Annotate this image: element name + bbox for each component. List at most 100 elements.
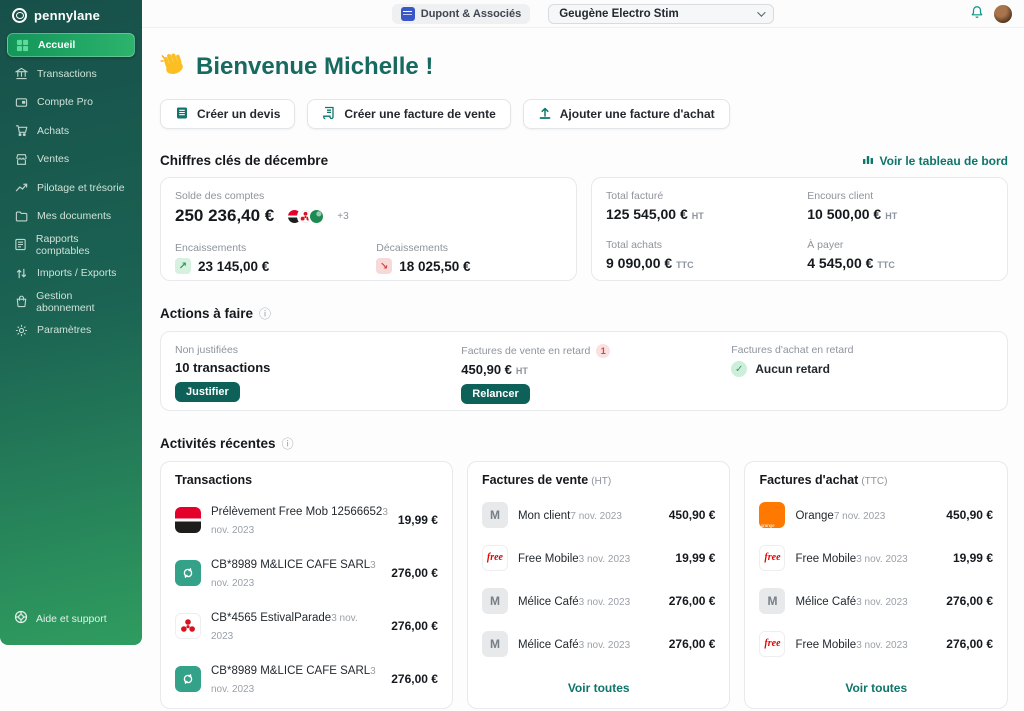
row-amount: 450,90 € (946, 508, 993, 522)
total-value: 10 500,00 € (807, 206, 881, 222)
total-unit: HT (885, 211, 897, 221)
sidebar-item-pilotage[interactable]: Pilotage et trésorie (7, 176, 135, 200)
row-name: Mélice Café (518, 639, 579, 651)
invoice-row[interactable]: free Free Mobile3 nov. 2023 19,99 € (759, 536, 993, 579)
row-date: 7 nov. 2023 (570, 511, 622, 522)
sidebar-item-aide-support[interactable]: Aide et support (14, 610, 107, 627)
transaction-row[interactable]: CB*8989 M&LICE CAFE SARL3 nov. 2023 276,… (175, 546, 438, 599)
sidebar-item-mes-documents[interactable]: Mes documents (7, 204, 135, 228)
sidebar-item-achats[interactable]: Achats (7, 119, 135, 143)
add-purchase-invoice-button[interactable]: Ajouter une facture d'achat (523, 99, 730, 129)
create-sales-invoice-button[interactable]: Créer une facture de vente (307, 99, 510, 129)
bell-icon[interactable] (970, 5, 984, 24)
row-amount: 19,99 € (953, 551, 993, 565)
to-pay: À payer 4 545,00 €TTC (807, 239, 993, 273)
chevron-down-icon (757, 8, 765, 16)
sidebar-item-label: Mes documents (37, 210, 111, 222)
arrow-up-right-icon: ↗ (175, 258, 191, 274)
invoice-row[interactable]: M Mélice Café3 nov. 2023 276,00 € (482, 579, 716, 622)
total-unit: HT (692, 211, 704, 221)
sidebar-item-label: Ventes (37, 153, 69, 165)
total-label: Total achats (606, 239, 807, 251)
gear-icon (14, 324, 29, 337)
info-icon[interactable]: ⓘ (282, 435, 294, 452)
card-title: Factures de vente(HT) (482, 473, 716, 487)
invoice-row[interactable]: free Free Mobile3 nov. 2023 19,99 € (482, 536, 716, 579)
sidebar-item-label: Achats (37, 125, 69, 137)
topbar: Dupont & Associés Geugène Electro Stim (142, 0, 1024, 28)
section-title: Chiffres clés de décembre (160, 153, 328, 168)
workspace-badge[interactable]: Dupont & Associés (392, 4, 530, 24)
company-selector[interactable]: Geugène Electro Stim (548, 4, 774, 24)
grid-icon (15, 39, 30, 52)
card-title: Factures d'achat(TTC) (759, 473, 993, 487)
transaction-row[interactable]: CB*4565 EstivalParade3 nov. 2023 276,00 … (175, 599, 438, 652)
sidebar-item-accueil[interactable]: Accueil (7, 33, 135, 57)
create-quote-button[interactable]: Créer un devis (160, 99, 295, 129)
workspace-logo-icon (401, 7, 415, 21)
sidebar-item-parametres[interactable]: Paramètres (7, 318, 135, 342)
dashboard-link[interactable]: Voir le tableau de bord (862, 153, 1008, 168)
free-logo: free (759, 631, 785, 657)
row-name: Free Mobile (518, 553, 579, 565)
topbar-right (970, 0, 1012, 28)
column-label: Non justifiées (175, 344, 238, 356)
m-avatar: M (759, 588, 785, 614)
sidebar-item-rapports[interactable]: Rapports comptables (7, 233, 135, 257)
workspace-name: Dupont & Associés (421, 8, 521, 20)
transaction-row[interactable]: CB*8989 M&LICE CAFE SARL3 nov. 2023 276,… (175, 652, 438, 705)
sidebar-item-ventes[interactable]: Ventes (7, 147, 135, 171)
invoice-row[interactable]: free Free Mobile3 nov. 2023 276,00 € (759, 622, 993, 665)
row-date: 3 nov. 2023 (856, 597, 908, 608)
row-name: Orange (795, 510, 833, 522)
remind-button[interactable]: Relancer (461, 384, 529, 404)
row-date: 3 nov. 2023 (856, 554, 908, 565)
arrow-down-right-icon: ↘ (376, 258, 392, 274)
sidebar-item-transactions[interactable]: Transactions (7, 62, 135, 86)
unjustified-column: Non justifiées 10 transactions Justifier (175, 344, 461, 398)
invoice-row[interactable]: M Mélice Café3 nov. 2023 276,00 € (482, 622, 716, 665)
sidebar-item-label: Rapports comptables (36, 233, 128, 257)
bank-logos (286, 208, 325, 225)
company-selector-value: Geugène Electro Stim (559, 8, 679, 20)
row-name: CB*8989 M&LICE CAFE SARL (211, 665, 370, 677)
dashboard-link-label: Voir le tableau de bord (880, 154, 1008, 168)
card-unit: (HT) (591, 476, 611, 487)
sidebar-item-label: Accueil (38, 39, 75, 51)
sidebar-item-gestion-abonnement[interactable]: Gestion abonnement (7, 290, 135, 314)
app-window: pennylane Accueil Transactions Compte Pr… (0, 0, 1024, 711)
invoice-row[interactable]: orange Orange7 nov. 2023 450,90 € (759, 493, 993, 536)
justify-button[interactable]: Justifier (175, 382, 240, 402)
row-date: 3 nov. 2023 (579, 640, 631, 651)
row-amount: 19,99 € (398, 513, 438, 527)
info-icon[interactable]: ⓘ (259, 305, 271, 322)
view-all-sales-invoices-link[interactable]: Voir toutes (482, 672, 716, 702)
total-label: À payer (807, 239, 993, 251)
actions-header: Actions à faire ⓘ (160, 305, 1008, 322)
inflows-label: Encaissements (175, 242, 376, 254)
invoice-row[interactable]: M Mon client7 nov. 2023 450,90 € (482, 493, 716, 536)
upload-icon (538, 106, 552, 123)
card-title: Transactions (175, 473, 438, 487)
section-title: Activités récentes (160, 436, 276, 451)
recent-cards: Transactions Prélèvement Free Mob 125666… (160, 461, 1008, 709)
row-name: Mélice Café (795, 596, 856, 608)
sidebar-item-imports-exports[interactable]: Imports / Exports (7, 261, 135, 285)
late-sales-invoices-column: Factures de vente en retard 1 450,90 €HT… (461, 344, 731, 398)
sidebar-item-compte-pro[interactable]: Compte Pro (7, 90, 135, 114)
societe-generale-logo (175, 507, 201, 533)
view-all-purchase-invoices-link[interactable]: Voir toutes (759, 672, 993, 702)
invoice-row[interactable]: M Mélice Café3 nov. 2023 276,00 € (759, 579, 993, 622)
column-label: Factures de vente en retard (461, 345, 590, 357)
m-avatar: M (482, 588, 508, 614)
avatar[interactable] (994, 5, 1012, 23)
row-amount: 276,00 € (391, 566, 438, 580)
bag-icon (14, 295, 28, 308)
inflows-value: 23 145,00 € (198, 259, 269, 274)
row-amount: 276,00 € (669, 637, 716, 651)
view-all-transactions-link[interactable]: Voir toutes (175, 705, 438, 711)
late-count-badge: 1 (596, 344, 610, 358)
page-title: Bienvenue Michelle ! (196, 53, 433, 81)
transaction-row[interactable]: Prélèvement Free Mob 125666523 nov. 2023… (175, 493, 438, 546)
total-unit: TTC (877, 260, 895, 270)
